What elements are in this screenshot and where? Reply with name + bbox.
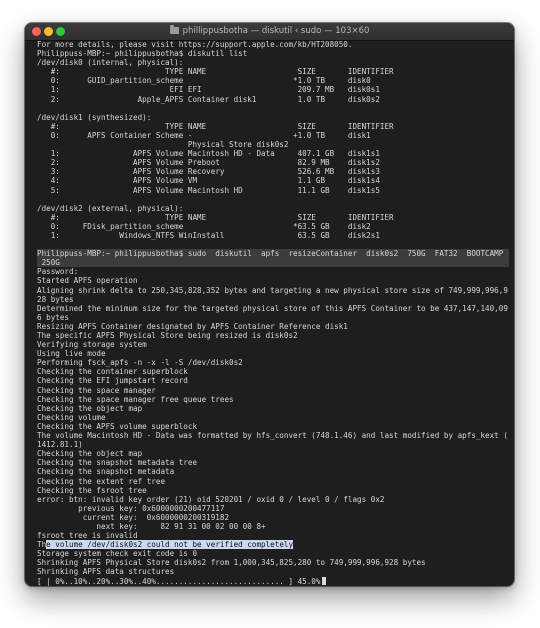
terminal-line: #: TYPE NAME SIZE IDENTIFIER — [37, 121, 394, 131]
terminal-line: Checking the object map — [37, 403, 143, 413]
window-title-text: phillippusbotha — diskutil ‹ sudo — 103×… — [182, 26, 370, 36]
terminal-line: For more details, please visit https://s… — [37, 40, 353, 49]
terminal-line: Storage system check exit code is 0 — [37, 549, 198, 559]
terminal-line: #: TYPE NAME SIZE IDENTIFIER — [37, 67, 394, 77]
terminal-line: Resizing APFS Container designated by AP… — [37, 321, 348, 331]
terminal-line: Checking the extent ref tree — [37, 476, 166, 486]
selected-text: e volume /dev/disk0s2 could not be verif… — [46, 540, 294, 550]
terminal-line: #: TYPE NAME SIZE IDENTIFIER — [37, 212, 394, 222]
command-line: Philippuss-MBP:~ philippusbotha$ sudo di… — [37, 249, 509, 259]
terminal-line: 5: APFS Volume Macintosh HD 11.1 GB disk… — [37, 185, 380, 195]
terminal-line: 0: GUID_partition_scheme *1.0 TB disk0 — [37, 76, 371, 86]
terminal-line: Checking the snapshot metadata tree — [37, 458, 198, 468]
terminal-line: Checking volume — [37, 412, 106, 422]
terminal-line: 3: APFS Volume Recovery 526.6 MB disk1s3 — [37, 167, 380, 177]
terminal-line: Checking the space manager — [37, 385, 156, 395]
terminal-line: /dev/disk0 (internal, physical): — [37, 58, 184, 68]
terminal-line: 0: APFS Container Scheme - +1.0 TB disk1 — [37, 130, 371, 140]
terminal-line: Verifying storage system — [37, 340, 147, 350]
terminal-line: Checking the APFS volume superblock — [37, 421, 198, 431]
terminal-line: 4: APFS Volume VM 1.1 GB disk1s4 — [37, 176, 380, 186]
terminal-line: /dev/disk2 (external, physical): — [37, 203, 184, 213]
terminal-line: current key: 0x6000000200319182 — [37, 512, 230, 522]
title-bar[interactable]: phillippusbotha — diskutil ‹ sudo — 103×… — [25, 23, 514, 41]
terminal-line: 2: APFS Volume Preboot 82.9 MB disk1s2 — [37, 158, 380, 168]
terminal-line: The specific APFS Physical Store being r… — [37, 331, 298, 340]
window-title: phillippusbotha — diskutil ‹ sudo — 103×… — [25, 23, 514, 40]
command-line: 250G — [37, 258, 509, 268]
terminal-line: The volume Macintosh HD - Data was forma… — [37, 431, 508, 441]
terminal-line: next key: 82 91 31 00 02 00 00 8+ — [37, 521, 266, 531]
terminal-line: 1412.81.1) — [37, 440, 83, 450]
terminal-line: 1: APFS Volume Macintosh HD - Data 407.1… — [37, 149, 380, 159]
progress-line: [ | 0%..10%..20%..30%..40%..............… — [37, 576, 509, 586]
terminal-line: Performing fsck_apfs -n -x -l -S /dev/di… — [37, 358, 243, 368]
terminal-line: Philippuss-MBP:~ philippusbotha$ diskuti… — [37, 49, 248, 59]
terminal-line: Shrinking APFS data structures — [37, 567, 175, 577]
terminal-line: Started APFS operation — [37, 276, 138, 286]
progress-text: [ | 0%..10%..20%..30%..40%..............… — [37, 576, 321, 586]
terminal-line: error: btn: invalid key order (21) oid 5… — [37, 494, 385, 504]
terminal-line: 6 bytes — [37, 312, 70, 322]
terminal-line: 2: Apple_APFS Container disk1 1.0 TB dis… — [37, 94, 380, 104]
terminal-line: 1: EFI EFI 209.7 MB disk0s1 — [37, 85, 380, 95]
terminal-line: Physical Store disk0s2 — [37, 140, 289, 150]
terminal-line: Checking the snapshot metadata — [37, 467, 175, 477]
terminal-line: Checking the fsroot tree — [37, 485, 147, 495]
folder-icon — [169, 25, 179, 34]
terminal-line: Checking the EFI jumpstart record — [37, 376, 188, 386]
terminal-line: previous key: 0x6000000200477117 — [37, 503, 225, 513]
terminal-line: Determined the minimum size for the targ… — [37, 303, 508, 313]
terminal-window: phillippusbotha — diskutil ‹ sudo — 103×… — [25, 23, 514, 586]
terminal-line: /dev/disk1 (synthesized): — [37, 112, 152, 122]
terminal-line: 1: Windows_NTFS WinInstall 63.5 GB disk2… — [37, 230, 380, 240]
terminal-line: Checking the container superblock — [37, 367, 188, 377]
terminal-line: Password: — [37, 267, 79, 277]
terminal-line: 28 bytes — [37, 294, 74, 304]
terminal-line: Checking the object map — [37, 449, 143, 459]
terminal-output[interactable]: For more details, please visit https://s… — [37, 40, 509, 586]
terminal-line: fsroot tree is invalid — [37, 531, 138, 541]
text-cursor — [322, 576, 327, 585]
terminal-line: 0: FDisk_partition_scheme *63.5 GB disk2 — [37, 221, 371, 231]
terminal-line: The volume /dev/disk0s2 could not be ver… — [37, 540, 294, 550]
terminal-line: Shrinking APFS Physical Store disk0s2 fr… — [37, 558, 426, 568]
terminal-line: Aligning shrink delta to 250,345,828,352… — [37, 285, 508, 295]
terminal-line: Checking the space manager free queue tr… — [37, 394, 234, 404]
terminal-line: Using live mode — [37, 349, 106, 359]
